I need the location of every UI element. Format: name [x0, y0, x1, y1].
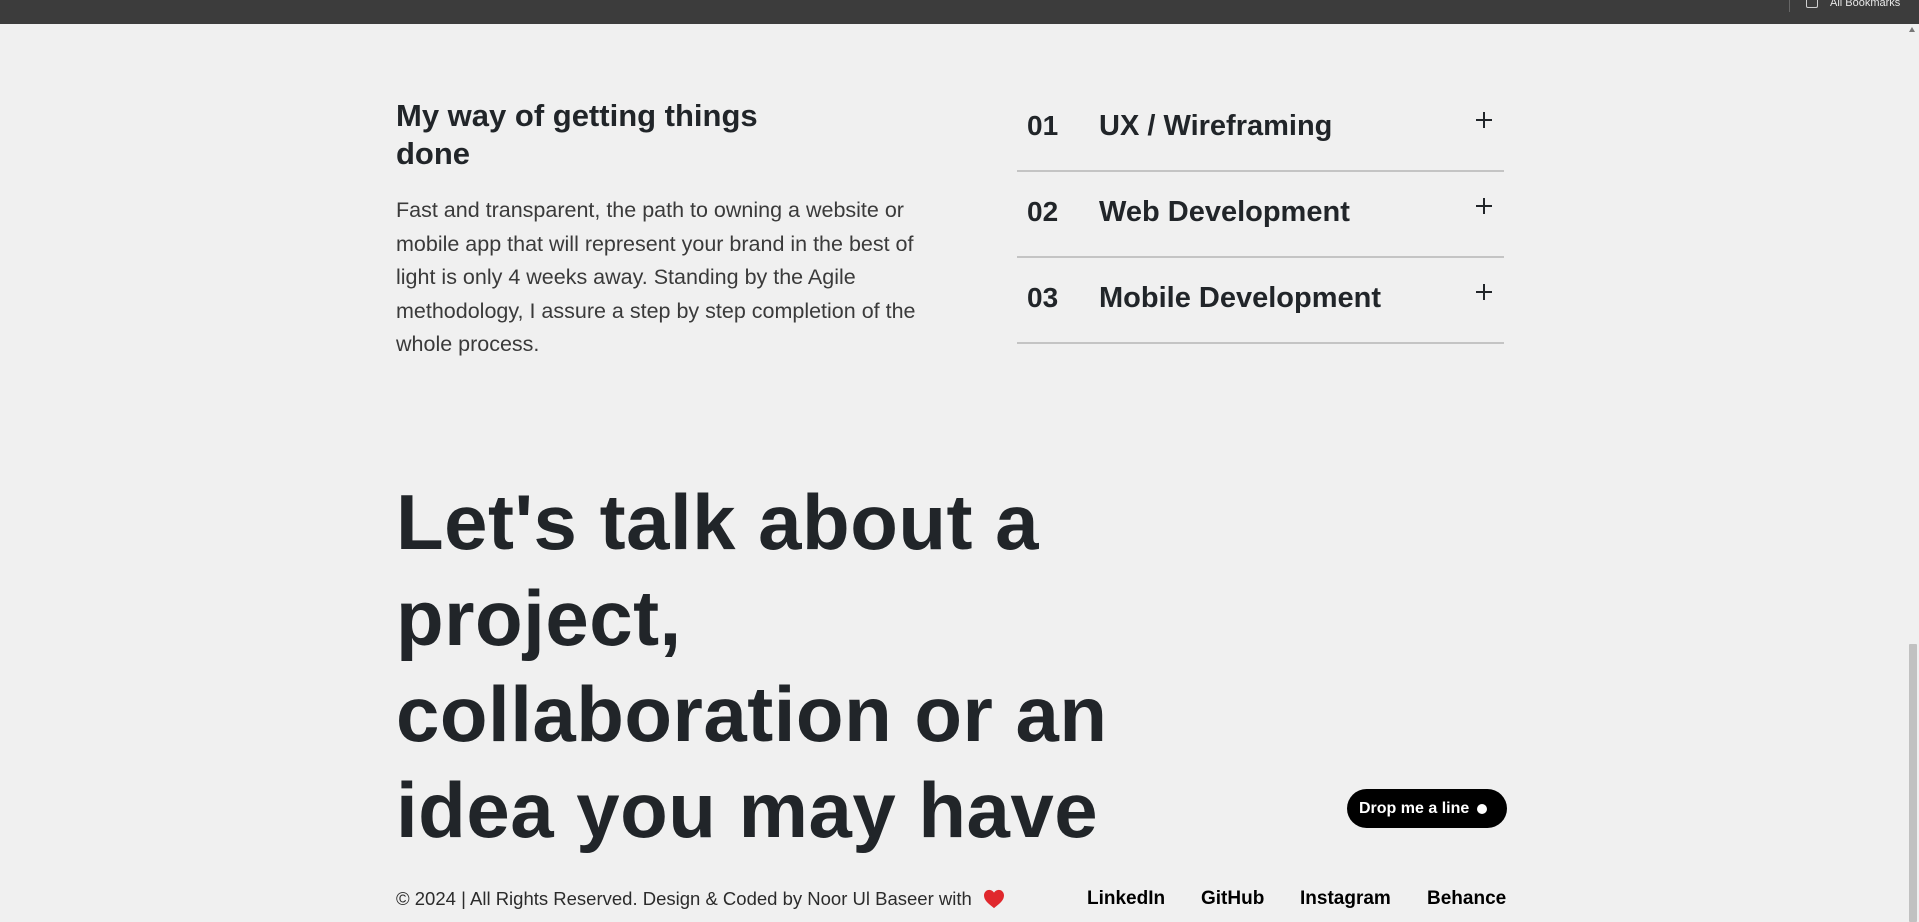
service-title: Mobile Development: [1099, 282, 1381, 314]
footer-link-github[interactable]: GitHub: [1201, 888, 1264, 910]
footer-link-instagram[interactable]: Instagram: [1300, 888, 1391, 910]
service-number: 02: [1027, 196, 1059, 227]
services-accordion: 01 UX / Wireframing 02 Web Development 0…: [1017, 86, 1504, 344]
footer-link-behance[interactable]: Behance: [1427, 888, 1506, 910]
service-item-ux[interactable]: 01 UX / Wireframing: [1017, 86, 1504, 172]
service-number: 01: [1027, 110, 1059, 141]
plus-icon[interactable]: [1474, 110, 1494, 130]
dot-icon: [1477, 804, 1487, 814]
service-item-web[interactable]: 02 Web Development: [1017, 172, 1504, 258]
process-heading: My way of getting things done: [396, 98, 758, 171]
service-title: UX / Wireframing: [1099, 110, 1333, 142]
page-scrollbar[interactable]: [1906, 24, 1919, 922]
drop-me-a-line-button[interactable]: Drop me a line: [1347, 789, 1507, 828]
cta-heading: Let's talk about a project, collaboratio…: [396, 478, 1108, 854]
folder-icon[interactable]: [1806, 0, 1818, 8]
service-item-mobile[interactable]: 03 Mobile Development: [1017, 258, 1504, 344]
heart-icon: [983, 889, 1004, 909]
button-label: Drop me a line: [1359, 800, 1470, 817]
bookmarks-divider: [1789, 0, 1790, 12]
browser-bookmarks-bar: All Bookmarks: [0, 0, 1919, 24]
plus-icon[interactable]: [1474, 282, 1494, 302]
service-number: 03: [1027, 282, 1059, 313]
plus-icon[interactable]: [1474, 196, 1494, 216]
scrollbar-thumb[interactable]: [1909, 644, 1917, 922]
footer-copyright: © 2024 | All Rights Reserved. Design & C…: [396, 888, 1005, 910]
all-bookmarks-link[interactable]: All Bookmarks: [1830, 0, 1900, 9]
scroll-up-arrow-icon[interactable]: [1909, 27, 1915, 32]
copyright-text: © 2024 | All Rights Reserved. Design & C…: [396, 888, 972, 909]
process-description: Fast and transparent, the path to owning…: [396, 198, 916, 357]
footer-link-linkedin[interactable]: LinkedIn: [1087, 888, 1165, 910]
service-title: Web Development: [1099, 196, 1350, 228]
